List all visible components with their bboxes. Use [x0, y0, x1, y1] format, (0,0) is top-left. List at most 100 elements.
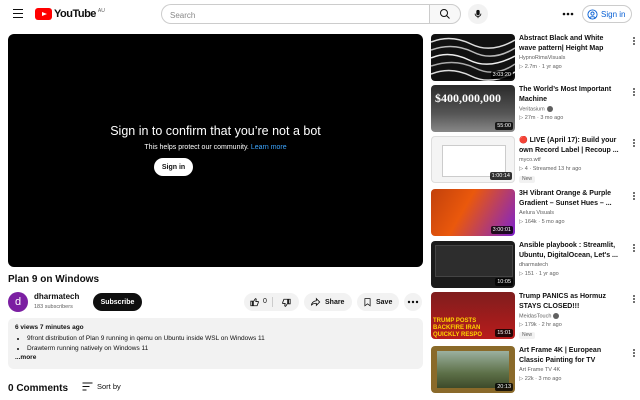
thumbnail-caption: $400,000,000 [435, 91, 501, 105]
search-input[interactable] [170, 11, 420, 20]
save-button[interactable]: Save [357, 293, 399, 311]
share-icon [310, 297, 321, 307]
video-duration: 3:00:01 [490, 226, 513, 234]
channel-name[interactable]: MeidasTouch [519, 313, 551, 319]
recommendation-item[interactable]: TRUMP POSTS BACKFIRE IRAN QUICKLY RESPO … [431, 292, 640, 342]
video-duration: 1:00:14 [489, 172, 512, 180]
sort-by-button[interactable]: Sort by [82, 382, 121, 391]
more-vertical-icon[interactable] [630, 36, 638, 46]
subscriber-count: 183 subscribers [34, 304, 73, 310]
video-duration: 15:01 [495, 329, 513, 337]
recommendation-channel[interactable]: MeidasTouch [519, 313, 560, 319]
new-badge: New [519, 176, 536, 183]
video-thumbnail[interactable]: 20:13 [431, 346, 515, 393]
like-dislike-bar: 0 [244, 293, 299, 311]
recommendation-channel[interactable]: Veritasium [519, 106, 553, 112]
recommendation-item[interactable]: 10:05 Ansible playbook : Streamlit, Ubun… [431, 241, 640, 291]
channel-avatar[interactable]: d [8, 292, 28, 312]
save-icon [364, 298, 371, 307]
more-vertical-icon[interactable] [630, 191, 638, 201]
view-count-date: 6 views 7 minutes ago [15, 324, 84, 331]
search-icon [440, 9, 450, 19]
video-duration: 10:05 [495, 278, 513, 286]
video-thumbnail[interactable]: 10:05 [431, 241, 515, 288]
channel-name[interactable]: dharmatech [34, 292, 79, 301]
more-vertical-icon[interactable] [630, 87, 638, 97]
thumbnail-caption: TRUMP POSTS BACKFIRE IRAN QUICKLY RESPO [433, 318, 483, 338]
video-duration: 55:00 [495, 122, 513, 130]
video-title: Plan 9 on Windows [8, 274, 100, 285]
video-thumbnail[interactable]: $400,000,000 55:00 [431, 85, 515, 132]
recommendation-channel[interactable]: dharmatech [519, 262, 548, 268]
share-label: Share [325, 298, 345, 306]
video-thumbnail[interactable]: 3:03:20 [431, 34, 515, 81]
recommendation-item[interactable]: 3:03:20 Abstract Black and White wave pa… [431, 34, 640, 84]
recommendation-meta: ▷ 179k · 2 hr ago [519, 322, 562, 328]
recommendation-title[interactable]: Art Frame 4K | European Classic Painting… [519, 346, 622, 366]
search-box [161, 4, 429, 24]
bot-check-subtitle: This helps protect our community. Learn … [8, 144, 423, 151]
recommendation-title[interactable]: 🔴 LIVE (April 17): Build your own Record… [519, 136, 622, 156]
recommendation-meta: ▷ 27m · 3 mo ago [519, 115, 564, 121]
comments-count: 0 Comments [8, 383, 69, 394]
recommendation-meta: ▷ 2.7m · 1 yr ago [519, 64, 562, 70]
bot-check-text: This helps protect our community. [144, 144, 249, 151]
signin-button[interactable]: Sign in [582, 5, 633, 23]
more-vertical-icon[interactable] [630, 294, 638, 304]
account-icon [587, 8, 598, 20]
recommendation-title[interactable]: 3H Vibrant Orange & Purple Gradient – Su… [519, 189, 622, 209]
description-box[interactable]: 6 views 7 minutes ago 9front distributio… [8, 318, 423, 369]
video-duration: 3:03:20 [490, 71, 513, 79]
learn-more-link[interactable]: Learn more [251, 144, 287, 151]
video-duration: 20:13 [495, 383, 513, 391]
recommendation-item[interactable]: 1:00:14 🔴 LIVE (April 17): Build your ow… [431, 136, 640, 186]
recommendation-title[interactable]: Trump PANICS as Hormuz STAYS CLOSED!!! [519, 292, 622, 312]
like-icon[interactable] [250, 297, 260, 307]
youtube-play-icon [35, 8, 52, 20]
like-divider [272, 297, 273, 307]
video-thumbnail[interactable]: TRUMP POSTS BACKFIRE IRAN QUICKLY RESPO … [431, 292, 515, 339]
recommendation-item[interactable]: 20:13 Art Frame 4K | European Classic Pa… [431, 346, 640, 396]
recommendation-item[interactable]: 3:00:01 3H Vibrant Orange & Purple Gradi… [431, 189, 640, 239]
player-signin-button[interactable]: Sign in [154, 158, 193, 176]
recommendation-title[interactable]: Ansible playbook : Streamlit, Ubuntu, Di… [519, 241, 622, 261]
share-button[interactable]: Share [304, 293, 352, 311]
description-line: 9front distribution of Plan 9 running in… [27, 334, 416, 344]
terminal-thumbnail-image [435, 245, 513, 277]
recommendation-channel[interactable]: Aelura Visuals [519, 210, 554, 216]
region-code: AU [97, 8, 105, 14]
like-count: 0 [263, 298, 267, 305]
verified-icon [546, 106, 553, 112]
subscribe-button[interactable]: Subscribe [93, 293, 142, 311]
microphone-icon [474, 9, 482, 19]
more-vertical-icon[interactable] [630, 348, 638, 358]
dislike-icon[interactable] [281, 298, 291, 308]
voice-search-button[interactable] [468, 4, 488, 24]
masthead: YouTube AU Sign in [0, 0, 640, 30]
recommendation-title[interactable]: The World’s Most Important Machine [519, 85, 622, 105]
recommendation-meta: ▷ 22k · 3 mo ago [519, 376, 562, 382]
video-thumbnail[interactable]: 3:00:01 [431, 189, 515, 236]
menu-icon[interactable] [13, 9, 23, 19]
description-more[interactable]: ...more [15, 354, 416, 361]
settings-more-button[interactable] [560, 6, 576, 22]
video-thumbnail[interactable]: 1:00:14 [431, 136, 515, 183]
recommendation-channel[interactable]: Art Frame TV 4K [519, 367, 560, 373]
recommendation-channel[interactable]: HypnoRimaVisuals [519, 55, 565, 61]
more-vertical-icon[interactable] [630, 243, 638, 253]
new-badge: New [519, 332, 536, 339]
video-player[interactable]: Sign in to confirm that you’re not a bot… [8, 34, 423, 267]
bot-check-title: Sign in to confirm that you’re not a bot [110, 124, 321, 138]
recommendation-title[interactable]: Abstract Black and White wave pattern| H… [519, 34, 622, 54]
more-horizontal-icon [562, 12, 574, 16]
channel-name[interactable]: Veritasium [519, 106, 545, 112]
more-actions-button[interactable] [404, 293, 422, 311]
recommendation-channel[interactable]: myco.wtf [519, 157, 541, 163]
logo-text: YouTube [54, 8, 96, 20]
description-list: 9front distribution of Plan 9 running in… [15, 334, 416, 354]
more-vertical-icon[interactable] [630, 138, 638, 148]
youtube-logo[interactable]: YouTube AU [35, 8, 105, 21]
search-button[interactable] [429, 4, 461, 24]
recommendation-item[interactable]: $400,000,000 55:00 The World’s Most Impo… [431, 85, 640, 135]
recommendation-meta: ▷ 151 · 1 yr ago [519, 271, 559, 277]
